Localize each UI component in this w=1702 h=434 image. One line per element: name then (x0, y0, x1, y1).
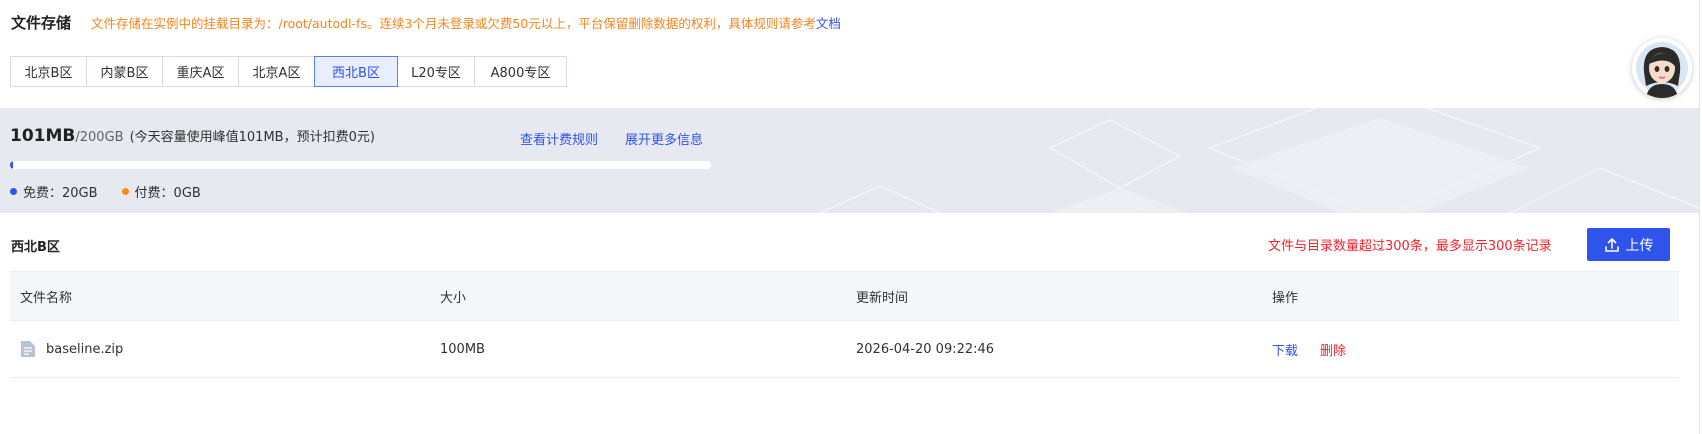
upload-button-label: 上传 (1625, 237, 1654, 254)
page-edge-divider (1699, 0, 1700, 434)
file-icon (21, 341, 35, 357)
notice-text: 文件存储在实例中的挂载目录为：/root/autodl-fs。连续3个月未登录或… (91, 15, 816, 31)
column-header-updated: 更新时间 (856, 290, 909, 306)
region-tabs: 北京B区 内蒙B区 重庆A区 北京A区 西北B区 L20专区 A800专区 (10, 56, 567, 87)
quota-panel: 101MB /200GB (今天容量使用峰值101MB，预计扣费0元) 查看计费… (0, 108, 1699, 213)
usage-progress-bar (10, 161, 711, 169)
table-header: 文件名称 大小 更新时间 操作 (10, 271, 1679, 321)
free-dot-icon (10, 188, 17, 195)
upload-button[interactable]: 上传 (1587, 228, 1670, 261)
usage-note: (今天容量使用峰值101MB，预计扣费0元) (129, 130, 375, 145)
usage-summary: 101MB /200GB (今天容量使用峰值101MB，预计扣费0元) (10, 126, 375, 146)
tab-region-l20[interactable]: L20专区 (397, 56, 475, 87)
upload-icon (1604, 237, 1619, 252)
quota-legend: 免费：20GB 付费：0GB (10, 182, 225, 201)
total-capacity: /200GB (75, 130, 124, 145)
show-more-link[interactable]: 展开更多信息 (625, 129, 703, 148)
tab-region-beijing-a[interactable]: 北京A区 (238, 56, 315, 87)
record-limit-note: 文件与目录数量超过300条，最多显示300条记录 (1268, 239, 1552, 254)
file-table: 文件名称 大小 更新时间 操作 baseline.zip 100MB 2026-… (10, 271, 1679, 378)
free-label: 免费：20GB (23, 186, 98, 201)
paid-dot-icon (121, 188, 129, 195)
tab-region-chongqing-a[interactable]: 重庆A区 (162, 56, 239, 87)
column-header-actions: 操作 (1272, 290, 1299, 306)
usage-progress-fill (10, 161, 13, 169)
file-size: 100MB (440, 341, 485, 357)
tab-region-beijing-b[interactable]: 北京B区 (10, 56, 87, 87)
docs-link[interactable]: 文档 (816, 16, 841, 31)
table-row: baseline.zip 100MB 2026-04-20 09:22:46 下… (10, 321, 1679, 378)
paid-label: 付费：0GB (134, 186, 201, 201)
current-region-title: 西北B区 (11, 240, 60, 255)
storage-notice: 文件存储在实例中的挂载目录为：/root/autodl-fs。连续3个月未登录或… (91, 13, 841, 32)
file-name[interactable]: baseline.zip (46, 342, 123, 357)
billing-rules-link[interactable]: 查看计费规则 (520, 129, 598, 148)
column-header-name: 文件名称 (20, 290, 73, 306)
file-updated-time: 2026-04-20 09:22:46 (856, 341, 995, 357)
assistant-avatar[interactable] (1632, 38, 1692, 98)
delete-button[interactable]: 删除 (1320, 340, 1346, 359)
tab-region-a800[interactable]: A800专区 (474, 56, 567, 87)
avatar-illustration (1636, 42, 1688, 98)
download-button[interactable]: 下载 (1272, 340, 1298, 359)
used-amount: 101MB (10, 126, 76, 146)
page-header: 文件存储 文件存储在实例中的挂载目录为：/root/autodl-fs。连续3个… (11, 10, 841, 34)
file-name-cell: baseline.zip (20, 321, 123, 377)
page-title: 文件存储 (11, 13, 72, 32)
tab-region-xibei-b[interactable]: 西北B区 (314, 56, 398, 87)
tab-region-neimeng-b[interactable]: 内蒙B区 (86, 56, 163, 87)
legend-paid: 付费：0GB (121, 182, 201, 201)
column-header-size: 大小 (440, 290, 467, 306)
legend-free: 免费：20GB (10, 182, 98, 201)
file-actions: 下载 删除 (1272, 321, 1368, 377)
